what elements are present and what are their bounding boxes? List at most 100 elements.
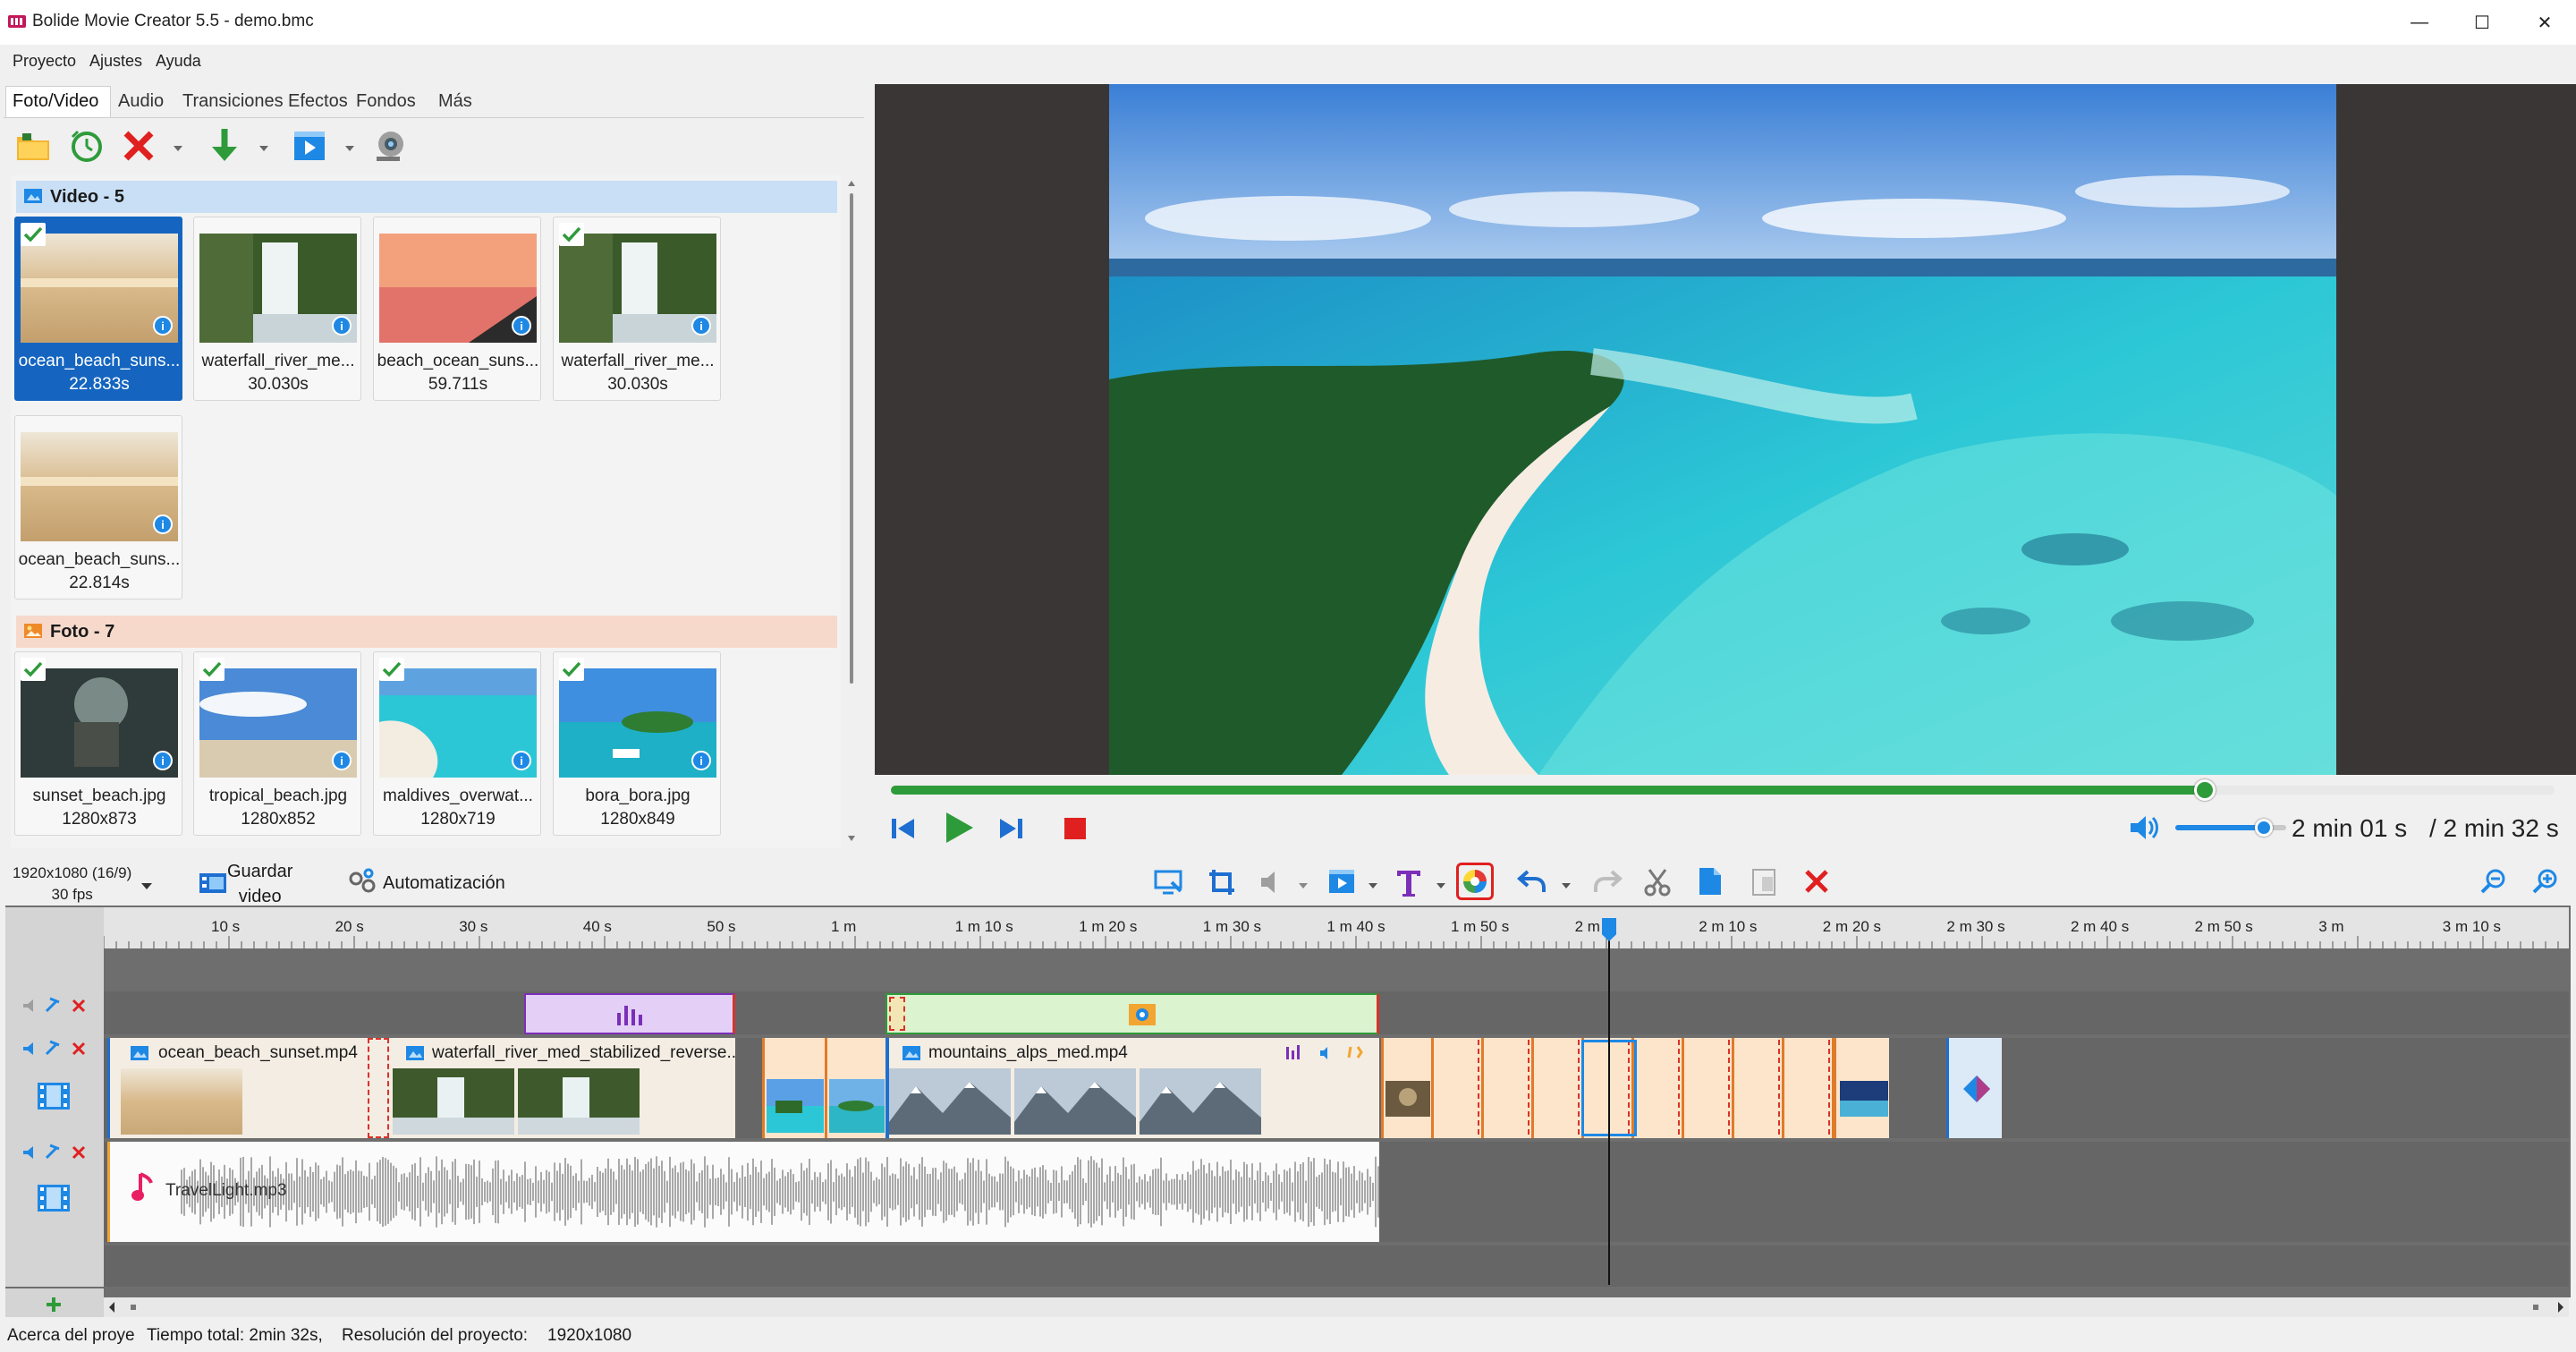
import-dropdown-icon[interactable] xyxy=(259,141,268,151)
zoom-in-icon[interactable] xyxy=(2531,868,2558,899)
photo-clip[interactable] xyxy=(1481,1038,1531,1138)
info-icon[interactable]: i xyxy=(512,751,531,770)
media-card[interactable]: i maldives_overwat... 1280x719 xyxy=(373,651,541,836)
media-card[interactable]: i waterfall_river_me... 30.030s xyxy=(553,217,721,401)
speed-dropdown-icon[interactable] xyxy=(1368,879,1377,895)
tab-foto-video[interactable]: Foto/Video xyxy=(13,91,98,112)
media-card[interactable]: i tropical_beach.jpg 1280x852 xyxy=(193,651,361,836)
info-icon[interactable]: i xyxy=(332,751,352,770)
add-folder-icon[interactable] xyxy=(13,125,54,166)
photo-clip[interactable] xyxy=(1782,1038,1832,1138)
delete-dropdown-icon[interactable] xyxy=(174,141,182,151)
add-track-icon[interactable] xyxy=(45,1296,63,1314)
mute-dropdown-icon[interactable] xyxy=(1299,879,1308,895)
crop-icon[interactable] xyxy=(1208,868,1236,901)
stop-icon[interactable] xyxy=(1064,818,1086,844)
playback-progress-handle[interactable] xyxy=(2194,779,2216,801)
media-card[interactable]: i bora_bora.jpg 1280x849 xyxy=(553,651,721,836)
video-clip-ocean-beach[interactable]: ocean_beach_sunset.mp4 waterfall_river_m… xyxy=(107,1038,736,1138)
audio-track-controls[interactable] xyxy=(21,1144,93,1166)
webcam-icon[interactable] xyxy=(369,125,410,166)
resolution-dropdown-icon[interactable] xyxy=(141,879,152,895)
photo-group-header[interactable]: Foto - 7 xyxy=(16,616,837,648)
playback-speed-icon[interactable] xyxy=(1327,868,1358,901)
tab-audio[interactable]: Audio xyxy=(118,91,164,112)
effect-clip-audio-levels[interactable] xyxy=(524,993,735,1034)
text-tool-icon[interactable] xyxy=(1395,868,1422,901)
playhead-line[interactable] xyxy=(1608,918,1610,1285)
photo-clip[interactable] xyxy=(1834,1038,1889,1138)
volume-icon[interactable] xyxy=(2129,814,2159,846)
tab-efectos[interactable]: Efectos xyxy=(288,91,348,112)
photo-clip[interactable] xyxy=(1531,1038,1581,1138)
color-adjust-button[interactable] xyxy=(1456,863,1494,900)
status-about[interactable]: Acerca del proye xyxy=(7,1326,135,1346)
photo-clip[interactable] xyxy=(1732,1038,1782,1138)
photo-clip[interactable] xyxy=(825,1038,886,1138)
timer-icon[interactable] xyxy=(66,125,107,166)
media-card[interactable]: i ocean_beach_suns... 22.814s xyxy=(14,415,182,599)
info-icon[interactable]: i xyxy=(691,316,711,336)
maximize-button[interactable]: ☐ xyxy=(2451,0,2513,45)
video-track-controls[interactable] xyxy=(21,1040,93,1062)
skip-back-icon[interactable] xyxy=(889,814,918,847)
info-icon[interactable]: i xyxy=(691,751,711,770)
info-icon[interactable]: i xyxy=(153,316,173,336)
info-icon[interactable]: i xyxy=(332,316,352,336)
cut-icon[interactable] xyxy=(1644,868,1671,901)
info-icon[interactable]: i xyxy=(153,514,173,534)
mute-icon[interactable] xyxy=(1259,870,1286,899)
audio-clip[interactable]: TravelLight.mp3 xyxy=(107,1142,1379,1242)
close-window-button[interactable]: ✕ xyxy=(2513,0,2576,45)
video-clip-mountains[interactable]: mountains_alps_med.mp4 xyxy=(886,1038,1379,1138)
paste-icon[interactable] xyxy=(1751,866,1776,901)
play-icon[interactable] xyxy=(943,811,975,849)
screen-capture-icon[interactable] xyxy=(1154,868,1184,901)
info-icon[interactable]: i xyxy=(153,751,173,770)
media-card[interactable]: i beach_ocean_suns... 59.711s xyxy=(373,217,541,401)
photo-clip[interactable] xyxy=(1431,1038,1481,1138)
photo-clip[interactable] xyxy=(1381,1038,1431,1138)
video-group-header[interactable]: Video - 5 xyxy=(16,181,837,213)
resolution-selector[interactable]: 1920x1080 (16/9) 30 fps xyxy=(13,863,131,906)
delete-clip-icon[interactable] xyxy=(1803,868,1830,899)
skip-forward-icon[interactable] xyxy=(996,814,1025,847)
menu-ayuda[interactable]: Ayuda xyxy=(156,52,201,71)
zoom-out-icon[interactable] xyxy=(2479,868,2506,899)
delete-icon[interactable] xyxy=(118,125,159,166)
video-dropdown-icon[interactable] xyxy=(345,141,354,151)
photo-clip[interactable] xyxy=(762,1038,825,1138)
animation-clip[interactable] xyxy=(1946,1038,2002,1138)
media-card[interactable]: i sunset_beach.jpg 1280x873 xyxy=(14,651,182,836)
library-scrollbar[interactable] xyxy=(844,175,859,848)
timeline-scrollbar[interactable] xyxy=(104,1297,2569,1317)
media-card[interactable]: i ocean_beach_suns... 22.833s xyxy=(14,217,182,401)
music-note-icon xyxy=(131,1172,153,1201)
text-dropdown-icon[interactable] xyxy=(1436,879,1445,895)
automation-button[interactable]: Automatización xyxy=(383,873,505,894)
video-export-icon[interactable] xyxy=(290,125,331,166)
tab-transiciones[interactable]: Transiciones xyxy=(182,91,284,112)
menu-proyecto[interactable]: Proyecto xyxy=(13,52,76,71)
photo-clip[interactable] xyxy=(1682,1038,1732,1138)
tab-fondos[interactable]: Fondos xyxy=(356,91,416,112)
effects-track-controls[interactable] xyxy=(21,997,93,1019)
automation-icon[interactable] xyxy=(347,868,377,899)
clip-thumb-night xyxy=(1840,1081,1888,1117)
tab-mas[interactable]: Más xyxy=(438,91,472,112)
copy-icon[interactable] xyxy=(1698,866,1723,901)
undo-dropdown-icon[interactable] xyxy=(1562,879,1571,895)
import-down-icon[interactable] xyxy=(204,125,245,166)
effect-clip-image-overlay[interactable] xyxy=(886,993,1379,1034)
minimize-button[interactable]: — xyxy=(2388,0,2451,45)
undo-icon[interactable] xyxy=(1516,868,1547,899)
redo-icon[interactable] xyxy=(1592,868,1623,899)
media-card[interactable]: i waterfall_river_me... 30.030s xyxy=(193,217,361,401)
photo-clip[interactable] xyxy=(1631,1038,1682,1138)
empty-track[interactable] xyxy=(104,1246,2569,1287)
save-video-button[interactable]: Guardar video xyxy=(227,859,292,909)
info-icon[interactable]: i xyxy=(512,316,531,336)
volume-handle[interactable] xyxy=(2255,819,2274,837)
menu-ajustes[interactable]: Ajustes xyxy=(89,52,142,71)
save-video-icon[interactable] xyxy=(199,870,227,899)
